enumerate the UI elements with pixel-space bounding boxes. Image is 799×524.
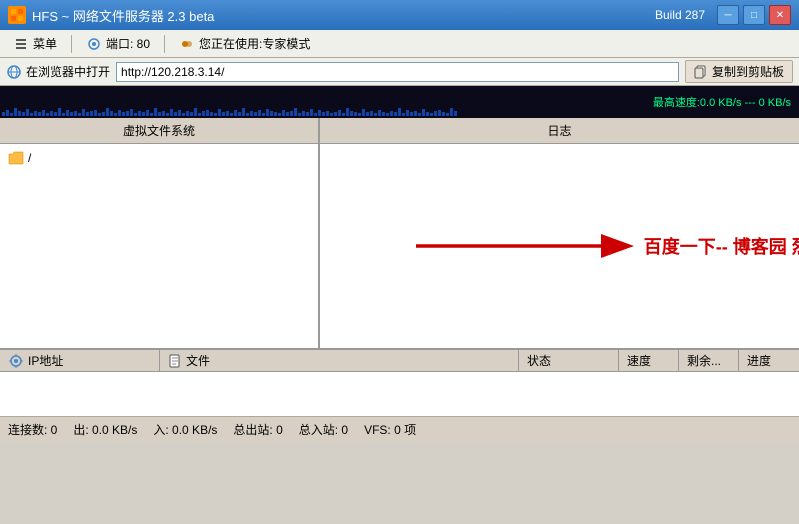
menu-icon	[13, 36, 29, 52]
downloads-header: IP地址 文件 状态 速度 剩余... 进度	[0, 350, 799, 372]
in-speed-status: 入: 0.0 KB/s	[153, 421, 217, 438]
port-label: 端口: 80	[106, 35, 150, 52]
log-panel: 日志 百度一下-- 博客园 烈焰病毒	[320, 118, 799, 348]
total-in-status: 总入站: 0	[299, 421, 348, 438]
mode-button[interactable]: 您正在使用:专家模式	[170, 31, 319, 56]
file-icon	[168, 354, 182, 368]
mode-label: 您正在使用:专家模式	[199, 35, 310, 52]
downloads-section: IP地址 文件 状态 速度 剩余... 进度	[0, 348, 799, 416]
traffic-bar: 最高速度:0.0 KB/s --- 0 KB/s	[0, 86, 799, 118]
total-out-status: 总出站: 0	[233, 421, 282, 438]
menu-bar: 菜单 端口: 80 您正在使用:专家模式	[0, 30, 799, 58]
port-icon	[86, 36, 102, 52]
log-panel-header: 日志	[320, 118, 799, 144]
col-remaining: 剩余...	[679, 350, 739, 371]
folder-icon	[8, 150, 24, 166]
status-bar: 连接数: 0 出: 0.0 KB/s 入: 0.0 KB/s 总出站: 0 总入…	[0, 416, 799, 442]
col-status-label: 状态	[527, 352, 551, 369]
menu-button[interactable]: 菜单	[4, 31, 66, 56]
open-in-browser-label: 在浏览器中打开	[6, 63, 110, 80]
vfs-panel-header: 虚拟文件系统	[0, 118, 318, 144]
url-bar: 在浏览器中打开 复制到剪贴板	[0, 58, 799, 86]
network-icon	[8, 353, 24, 369]
browser-icon	[6, 64, 22, 80]
col-status: 状态	[519, 350, 619, 371]
port-button[interactable]: 端口: 80	[77, 31, 159, 56]
menu-separator-1	[71, 35, 72, 53]
root-folder-item[interactable]: /	[4, 148, 314, 168]
vfs-panel-content[interactable]: /	[0, 144, 318, 348]
app-title: HFS ~ 网络文件服务器 2.3 beta	[32, 6, 655, 25]
col-progress-label: 进度	[747, 352, 771, 369]
menu-label: 菜单	[33, 35, 57, 52]
col-file-label: 文件	[186, 352, 210, 369]
log-panel-content: 百度一下-- 博客园 烈焰病毒	[320, 144, 799, 348]
col-remaining-label: 剩余...	[687, 352, 721, 369]
app-icon	[8, 6, 26, 24]
copy-icon	[694, 65, 708, 79]
copy-label: 复制到剪贴板	[712, 63, 784, 80]
copy-button[interactable]: 复制到剪贴板	[685, 60, 793, 83]
col-speed: 速度	[619, 350, 679, 371]
connections-status: 连接数: 0	[8, 421, 57, 438]
close-button[interactable]: ✕	[769, 5, 791, 25]
out-speed-status: 出: 0.0 KB/s	[73, 421, 137, 438]
mode-icon	[179, 36, 195, 52]
maximize-button[interactable]: □	[743, 5, 765, 25]
traffic-label: 最高速度:0.0 KB/s --- 0 KB/s	[653, 94, 791, 110]
col-progress: 进度	[739, 350, 799, 371]
col-ip-label: IP地址	[28, 352, 63, 369]
vfs-status: VFS: 0 项	[364, 421, 416, 438]
build-label: Build 287	[655, 8, 705, 22]
traffic-canvas: 最高速度:0.0 KB/s --- 0 KB/s	[0, 86, 799, 118]
annotation: 百度一下-- 博客园 烈焰病毒	[416, 224, 799, 268]
main-panels: 虚拟文件系统 / 日志 百度一下-	[0, 118, 799, 348]
root-label: /	[28, 151, 31, 165]
annotation-arrow	[416, 224, 636, 268]
menu-separator-2	[164, 35, 165, 53]
minimize-button[interactable]: ─	[717, 5, 739, 25]
downloads-body	[0, 372, 799, 416]
url-input[interactable]	[116, 62, 679, 82]
col-ip: IP地址	[0, 350, 160, 371]
window-controls: ─ □ ✕	[717, 5, 791, 25]
annotation-text: 百度一下-- 博客园 烈焰病毒	[644, 233, 799, 259]
title-bar: HFS ~ 网络文件服务器 2.3 beta Build 287 ─ □ ✕	[0, 0, 799, 30]
col-file: 文件	[160, 350, 519, 371]
vfs-panel: 虚拟文件系统 /	[0, 118, 320, 348]
col-speed-label: 速度	[627, 352, 651, 369]
